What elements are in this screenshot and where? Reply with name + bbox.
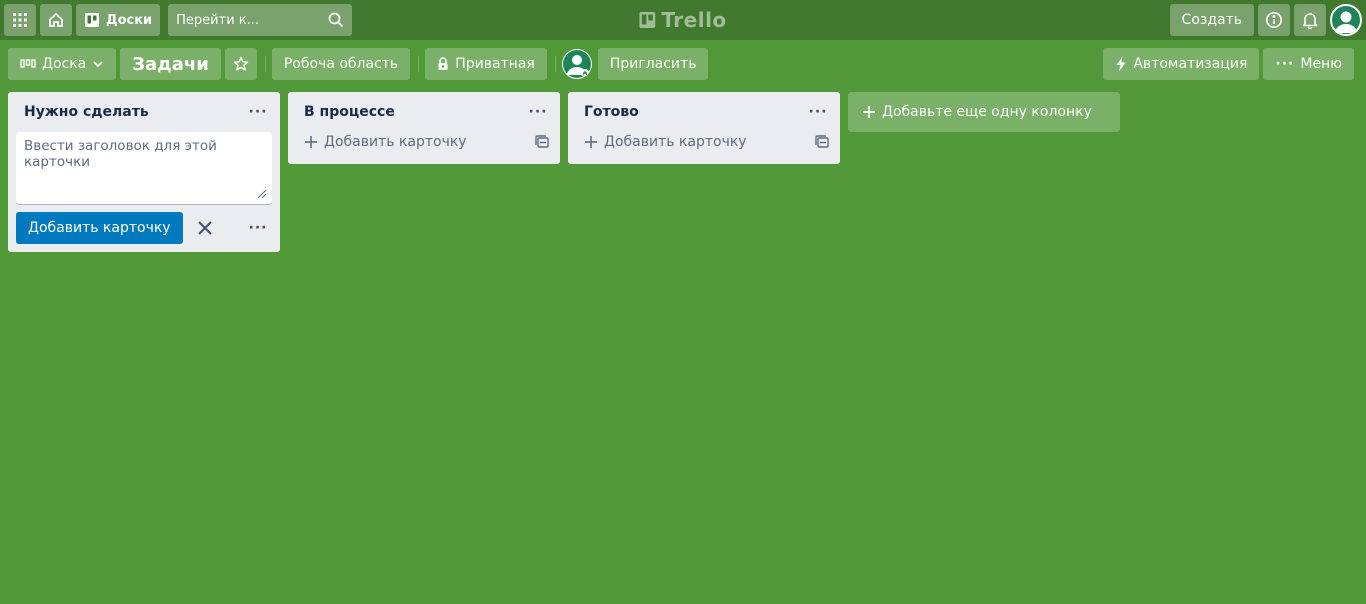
logo-text: Trello [661,8,727,32]
plus-icon [585,136,597,148]
top-navigation-bar: Доски Перейти к... Trello Создать [0,0,1366,40]
chevron-down-icon [93,61,103,68]
add-list-label: Добавьте еще одну колонку [882,104,1092,120]
workspace-button[interactable]: Робоча область [271,48,411,80]
info-icon [1266,12,1282,28]
list-header: Нужно сделать ··· [16,92,272,132]
add-card-label: Добавить карточку [604,134,747,150]
grid-icon [13,13,27,27]
info-button[interactable] [1258,4,1290,36]
notifications-button[interactable] [1294,4,1326,36]
divider [264,56,266,72]
add-card-label: Добавить карточку [324,134,467,150]
plus-icon [863,106,875,118]
workspace-label: Робоча область [283,56,399,72]
card-title-placeholder: Ввести заголовок для этой карточки [24,138,217,170]
invite-button[interactable]: Пригласить [597,48,709,80]
boards-button[interactable]: Доски [76,4,161,36]
home-icon [49,13,63,27]
composer-more-icon[interactable]: ··· [244,214,272,242]
view-label: Доска [42,56,87,72]
star-icon [233,56,249,71]
add-list-button[interactable]: Добавьте еще одну колонку [848,92,1120,132]
list-menu-icon[interactable]: ··· [804,98,832,126]
board-title[interactable]: Задачи [120,48,221,80]
add-card-button[interactable]: Добавить карточку [296,128,552,156]
board-view-icon [20,59,36,68]
card-title-input[interactable]: Ввести заголовок для этой карточки [16,132,272,204]
create-label: Создать [1181,12,1242,28]
list-title[interactable]: В процессе [304,104,395,120]
automation-label: Автоматизация [1133,56,1248,72]
member-avatar[interactable] [561,49,592,79]
user-avatar[interactable] [1330,4,1362,36]
template-icon[interactable] [534,134,550,150]
search-placeholder: Перейти к... [176,12,260,28]
lightning-icon [1116,56,1126,72]
list-header: Готово ··· [576,92,832,132]
divider [554,56,556,72]
close-icon[interactable] [193,216,217,240]
create-button[interactable]: Создать [1169,4,1254,36]
app-switcher-button[interactable] [4,4,36,36]
list-header: В процессе ··· [296,92,552,132]
list-in-progress: В процессе ··· Добавить карточку [288,92,560,164]
board-canvas: Нужно сделать ··· Ввести заголовок для э… [0,88,1366,252]
plus-icon [305,136,317,148]
search-icon [328,12,344,28]
menu-label: Меню [1300,56,1342,72]
visibility-button[interactable]: Приватная [425,48,547,80]
automation-button[interactable]: Автоматизация [1103,48,1260,80]
list-menu-icon[interactable]: ··· [524,98,552,126]
add-card-button[interactable]: Добавить карточку [576,128,832,156]
list-done: Готово ··· Добавить карточку [568,92,840,164]
bell-icon [1302,13,1318,29]
more-icon: ··· [1275,56,1295,72]
visibility-label: Приватная [455,56,535,72]
list-title[interactable]: Нужно сделать [24,104,149,120]
view-switcher-button[interactable]: Доска [8,48,117,80]
list-title[interactable]: Готово [584,104,639,120]
list-todo: Нужно сделать ··· Ввести заголовок для э… [8,92,280,252]
home-button[interactable] [40,4,72,36]
user-icon [562,50,591,78]
add-card-button[interactable]: Добавить карточку [16,212,183,244]
trello-logo-icon [639,12,656,28]
lock-icon [438,57,448,70]
template-icon[interactable] [814,134,830,150]
trello-logo[interactable]: Trello [639,0,726,40]
resize-handle-icon[interactable] [258,190,266,198]
composer-controls: Добавить карточку ··· [16,212,272,244]
list-menu-icon[interactable]: ··· [244,98,272,126]
search-input[interactable]: Перейти к... [168,4,353,36]
board-icon [85,13,99,27]
boards-label: Доски [106,12,153,28]
menu-button[interactable]: ··· Меню [1263,48,1354,80]
invite-label: Пригласить [609,56,697,72]
user-icon [1335,11,1357,33]
board-header: Доска Задачи Робоча область Приватная Пр… [0,40,1366,88]
star-button[interactable] [224,48,257,80]
divider [418,56,420,72]
